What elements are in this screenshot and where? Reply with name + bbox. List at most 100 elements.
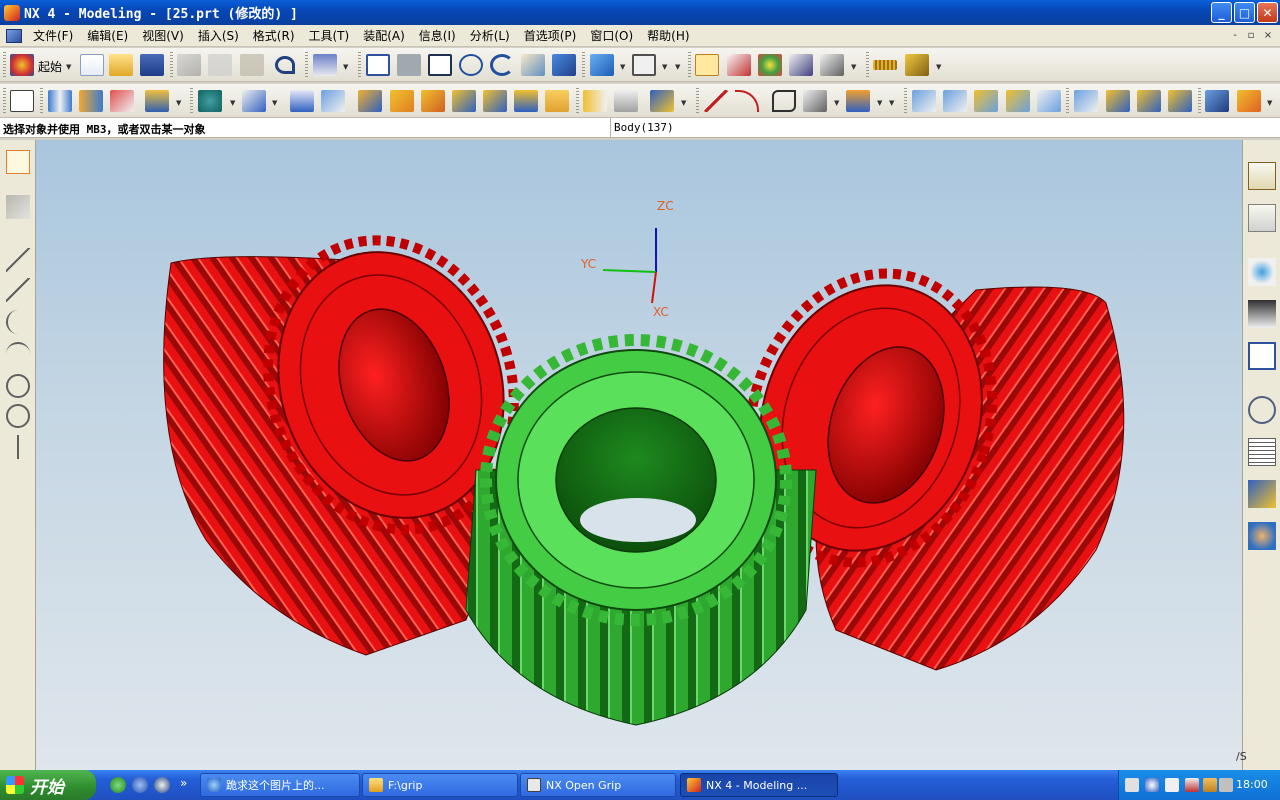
quicklaunch-chevron[interactable]: » xyxy=(180,776,187,790)
edge-blend-icon[interactable] xyxy=(390,90,414,112)
trimmed-sheet-icon[interactable] xyxy=(1168,90,1192,112)
boss-icon[interactable] xyxy=(321,90,345,112)
chevron-down-icon[interactable]: ▼ xyxy=(230,99,236,107)
menu-file[interactable]: 文件(F) xyxy=(26,27,80,44)
chevron-down-icon[interactable]: ▼ xyxy=(343,63,349,71)
extrude-icon[interactable] xyxy=(48,90,72,112)
pan-icon[interactable] xyxy=(521,54,545,76)
split-body-icon[interactable] xyxy=(614,90,638,112)
maximize-button[interactable]: □ xyxy=(1234,2,1255,23)
measure-angle-icon[interactable] xyxy=(905,54,929,76)
part-navigator-icon[interactable] xyxy=(10,90,34,112)
chevron-down-icon[interactable]: ▼ xyxy=(272,99,278,107)
cut-icon[interactable] xyxy=(177,54,201,76)
menu-insert[interactable]: 插入(S) xyxy=(191,27,246,44)
hole-icon[interactable] xyxy=(290,90,314,112)
point-icon[interactable] xyxy=(6,435,30,459)
spline-icon[interactable] xyxy=(6,310,30,334)
through-curves-icon[interactable] xyxy=(912,90,936,112)
start-button-label[interactable]: 起始 xyxy=(38,58,62,75)
menu-preferences[interactable]: 首选项(P) xyxy=(517,27,584,44)
line-point-icon[interactable] xyxy=(6,278,30,302)
shaded-view-icon[interactable] xyxy=(590,54,614,76)
help-icon[interactable] xyxy=(1248,342,1276,370)
fit-view-icon[interactable] xyxy=(366,54,390,76)
chevron-down-icon[interactable]: ▼ xyxy=(834,99,840,107)
offset-surface-icon[interactable] xyxy=(1137,90,1161,112)
task-nx-modeling[interactable]: NX 4 - Modeling ... xyxy=(680,773,838,797)
mdi-minimize-button[interactable]: - xyxy=(1228,30,1242,42)
curve-operations-icon[interactable] xyxy=(846,90,870,112)
move-layer-icon[interactable] xyxy=(820,54,844,76)
menu-help[interactable]: 帮助(H) xyxy=(640,27,696,44)
task-browser[interactable]: 跪求这个图片上的... xyxy=(200,773,360,797)
ime-icon[interactable] xyxy=(1165,778,1179,792)
toolbar-grip[interactable] xyxy=(576,88,579,114)
mdi-close-button[interactable]: × xyxy=(1261,30,1275,42)
layer-settings-icon[interactable] xyxy=(789,54,813,76)
sketch-icon[interactable] xyxy=(772,90,796,112)
zoom-window-icon[interactable] xyxy=(397,54,421,76)
toolbar-grip[interactable] xyxy=(305,52,308,78)
circle-full-icon[interactable] xyxy=(6,404,30,428)
menu-tools[interactable]: 工具(T) xyxy=(302,27,357,44)
perspective-icon[interactable] xyxy=(552,54,576,76)
through-curve-mesh-icon[interactable] xyxy=(943,90,967,112)
graphics-viewport[interactable]: ZC YC XC xyxy=(36,140,1242,770)
toolbar-grip[interactable] xyxy=(170,52,173,78)
sweep-icon[interactable] xyxy=(110,90,134,112)
minimize-button[interactable]: _ xyxy=(1211,2,1232,23)
start-button[interactable]: 开始 xyxy=(0,770,96,800)
roles-icon[interactable] xyxy=(1248,522,1276,550)
system-materials-icon[interactable] xyxy=(1248,438,1276,466)
chevron-down-icon[interactable]: ▼ xyxy=(681,99,687,107)
offset-face-icon[interactable] xyxy=(545,90,569,112)
toolbar-grip[interactable] xyxy=(904,88,907,114)
menu-assembly[interactable]: 装配(A) xyxy=(356,27,412,44)
chevron-down-icon[interactable]: ▼ xyxy=(1267,99,1273,107)
menu-view[interactable]: 视图(V) xyxy=(135,27,191,44)
toolbar-grip[interactable] xyxy=(696,88,699,114)
instance-feature-icon[interactable] xyxy=(514,90,538,112)
block-icon[interactable] xyxy=(242,90,266,112)
line-icon[interactable] xyxy=(704,90,728,112)
select-icon[interactable] xyxy=(6,150,30,174)
circle-icon[interactable] xyxy=(6,374,30,398)
zoom-in-out-icon[interactable] xyxy=(459,54,483,76)
datum-plane-icon[interactable] xyxy=(145,90,169,112)
open-folder-icon[interactable] xyxy=(109,54,133,76)
swept-surface-icon[interactable] xyxy=(974,90,998,112)
ruled-surface-icon[interactable] xyxy=(1006,90,1030,112)
chevron-down-icon[interactable]: ▼ xyxy=(176,99,182,107)
pocket-icon[interactable] xyxy=(358,90,382,112)
draft-icon[interactable] xyxy=(483,90,507,112)
zoom-icon[interactable] xyxy=(428,54,452,76)
toolbar-grip[interactable] xyxy=(40,88,43,114)
toolbar-grip[interactable] xyxy=(866,52,869,78)
menu-format[interactable]: 格式(R) xyxy=(246,27,302,44)
rotate-icon[interactable] xyxy=(490,54,514,76)
snap-point-icon[interactable] xyxy=(727,54,751,76)
chamfer-icon[interactable] xyxy=(421,90,445,112)
toolbar-grip[interactable] xyxy=(1198,88,1201,114)
sew-icon[interactable] xyxy=(1074,90,1098,112)
bounded-plane-icon[interactable] xyxy=(1037,90,1061,112)
new-file-icon[interactable] xyxy=(80,54,104,76)
toolbar-grip[interactable] xyxy=(3,52,6,78)
process-studio-icon[interactable] xyxy=(1248,480,1276,508)
trim-body-icon[interactable] xyxy=(583,90,607,112)
toolbar-grip[interactable] xyxy=(358,52,361,78)
arc-icon[interactable] xyxy=(6,342,30,366)
menu-info[interactable]: 信息(I) xyxy=(412,27,463,44)
chevron-down-icon[interactable]: ▼ xyxy=(889,99,895,107)
start-icon[interactable] xyxy=(10,54,34,76)
toolbar-grip[interactable] xyxy=(1066,88,1069,114)
chevron-down-icon[interactable]: ▼ xyxy=(675,63,681,71)
network-icon[interactable] xyxy=(1203,778,1217,792)
line-icon[interactable] xyxy=(6,248,30,272)
close-button[interactable]: ✕ xyxy=(1257,2,1278,23)
wcs-icon[interactable] xyxy=(695,54,719,76)
toolbar-grip[interactable] xyxy=(582,52,585,78)
thicken-icon[interactable] xyxy=(1106,90,1130,112)
menu-edit[interactable]: 编辑(E) xyxy=(80,27,135,44)
